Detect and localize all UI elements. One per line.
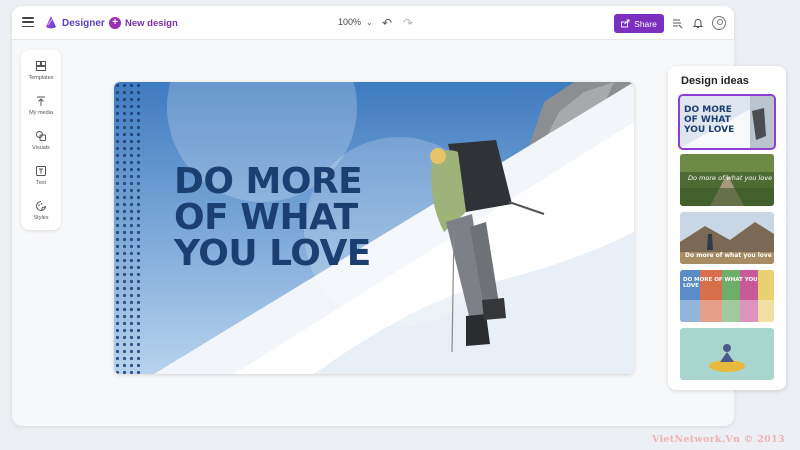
redo-icon[interactable]: ↷ xyxy=(403,16,413,30)
avatar[interactable] xyxy=(712,16,726,30)
thumbnail-image xyxy=(680,328,774,380)
designer-logo-icon xyxy=(46,16,56,29)
new-design-label: New design xyxy=(125,17,178,29)
templates-icon xyxy=(36,61,46,71)
thumbnail-text: OF WHAT xyxy=(684,115,731,125)
thumbnail-text: DO MORE xyxy=(684,105,732,115)
zoom-level: 100% xyxy=(338,17,362,27)
tool-text[interactable]: Text xyxy=(21,165,61,186)
tool-rail: Templates My media Visuals Text Styles xyxy=(21,50,61,230)
hamburger-menu-icon[interactable] xyxy=(22,17,34,28)
app-name: Designer xyxy=(62,18,105,29)
upload-icon xyxy=(37,96,45,106)
share-icon xyxy=(621,19,630,28)
watermark: VietNetwork.Vn © 2013 xyxy=(652,434,785,445)
format-brush-icon[interactable] xyxy=(671,17,683,29)
design-idea-thumbnail[interactable]: DO MORE OF WHAT YOU LOVE xyxy=(680,270,774,322)
tool-templates[interactable]: Templates xyxy=(21,60,61,81)
design-idea-thumbnail[interactable] xyxy=(680,328,774,380)
text-icon xyxy=(36,166,46,176)
tool-label: Visuals xyxy=(32,145,50,151)
undo-icon[interactable]: ↶ xyxy=(382,16,392,30)
visuals-icon xyxy=(36,131,46,141)
new-design-button[interactable]: + New design xyxy=(109,16,178,30)
tool-label: My media xyxy=(29,110,53,116)
design-canvas[interactable]: DO MORE OF WHAT YOU LOVE xyxy=(114,82,634,374)
design-ideas-panel: Design ideas DO MORE OF WHAT YOU LOVE Do… xyxy=(668,66,786,390)
tool-visuals[interactable]: Visuals xyxy=(21,130,61,151)
thumbnail-text: Do more of what you love xyxy=(685,252,772,259)
thumbnail-text: DO MORE OF WHAT YOU LOVE xyxy=(683,277,758,289)
share-label: Share xyxy=(634,18,657,29)
tool-label: Templates xyxy=(28,75,54,81)
design-idea-thumbnail[interactable]: Do more of what you love xyxy=(680,212,774,264)
headline-line: YOU LOVE xyxy=(174,233,371,274)
zoom-dropdown[interactable]: 100% ⌄ xyxy=(338,17,373,27)
design-idea-thumbnail[interactable]: Do more of what you love xyxy=(680,154,774,206)
plus-icon: + xyxy=(109,17,121,29)
design-ideas-title: Design ideas xyxy=(681,75,749,87)
design-idea-thumbnail[interactable]: DO MORE OF WHAT YOU LOVE xyxy=(678,94,776,150)
styles-icon xyxy=(36,201,46,211)
tool-label: Styles xyxy=(33,215,49,221)
headline-line: DO MORE xyxy=(174,161,363,202)
headline-line: OF WHAT xyxy=(174,197,358,238)
share-button[interactable]: Share xyxy=(614,14,664,33)
tool-my-media[interactable]: My media xyxy=(21,95,61,116)
chevron-down-icon: ⌄ xyxy=(366,17,373,27)
tool-styles[interactable]: Styles xyxy=(21,200,61,221)
thumbnail-text: Do more of what you love xyxy=(688,174,773,182)
canvas-headline[interactable]: DO MORE OF WHAT YOU LOVE xyxy=(174,164,434,272)
top-bar: Designer + New design 100% ⌄ ↶ ↷ Share xyxy=(12,6,734,40)
thumbnail-text: YOU LOVE xyxy=(684,125,735,135)
designer-window: Designer + New design 100% ⌄ ↶ ↷ Share T… xyxy=(12,6,734,426)
bell-icon[interactable] xyxy=(692,17,704,29)
tool-label: Text xyxy=(35,180,47,186)
